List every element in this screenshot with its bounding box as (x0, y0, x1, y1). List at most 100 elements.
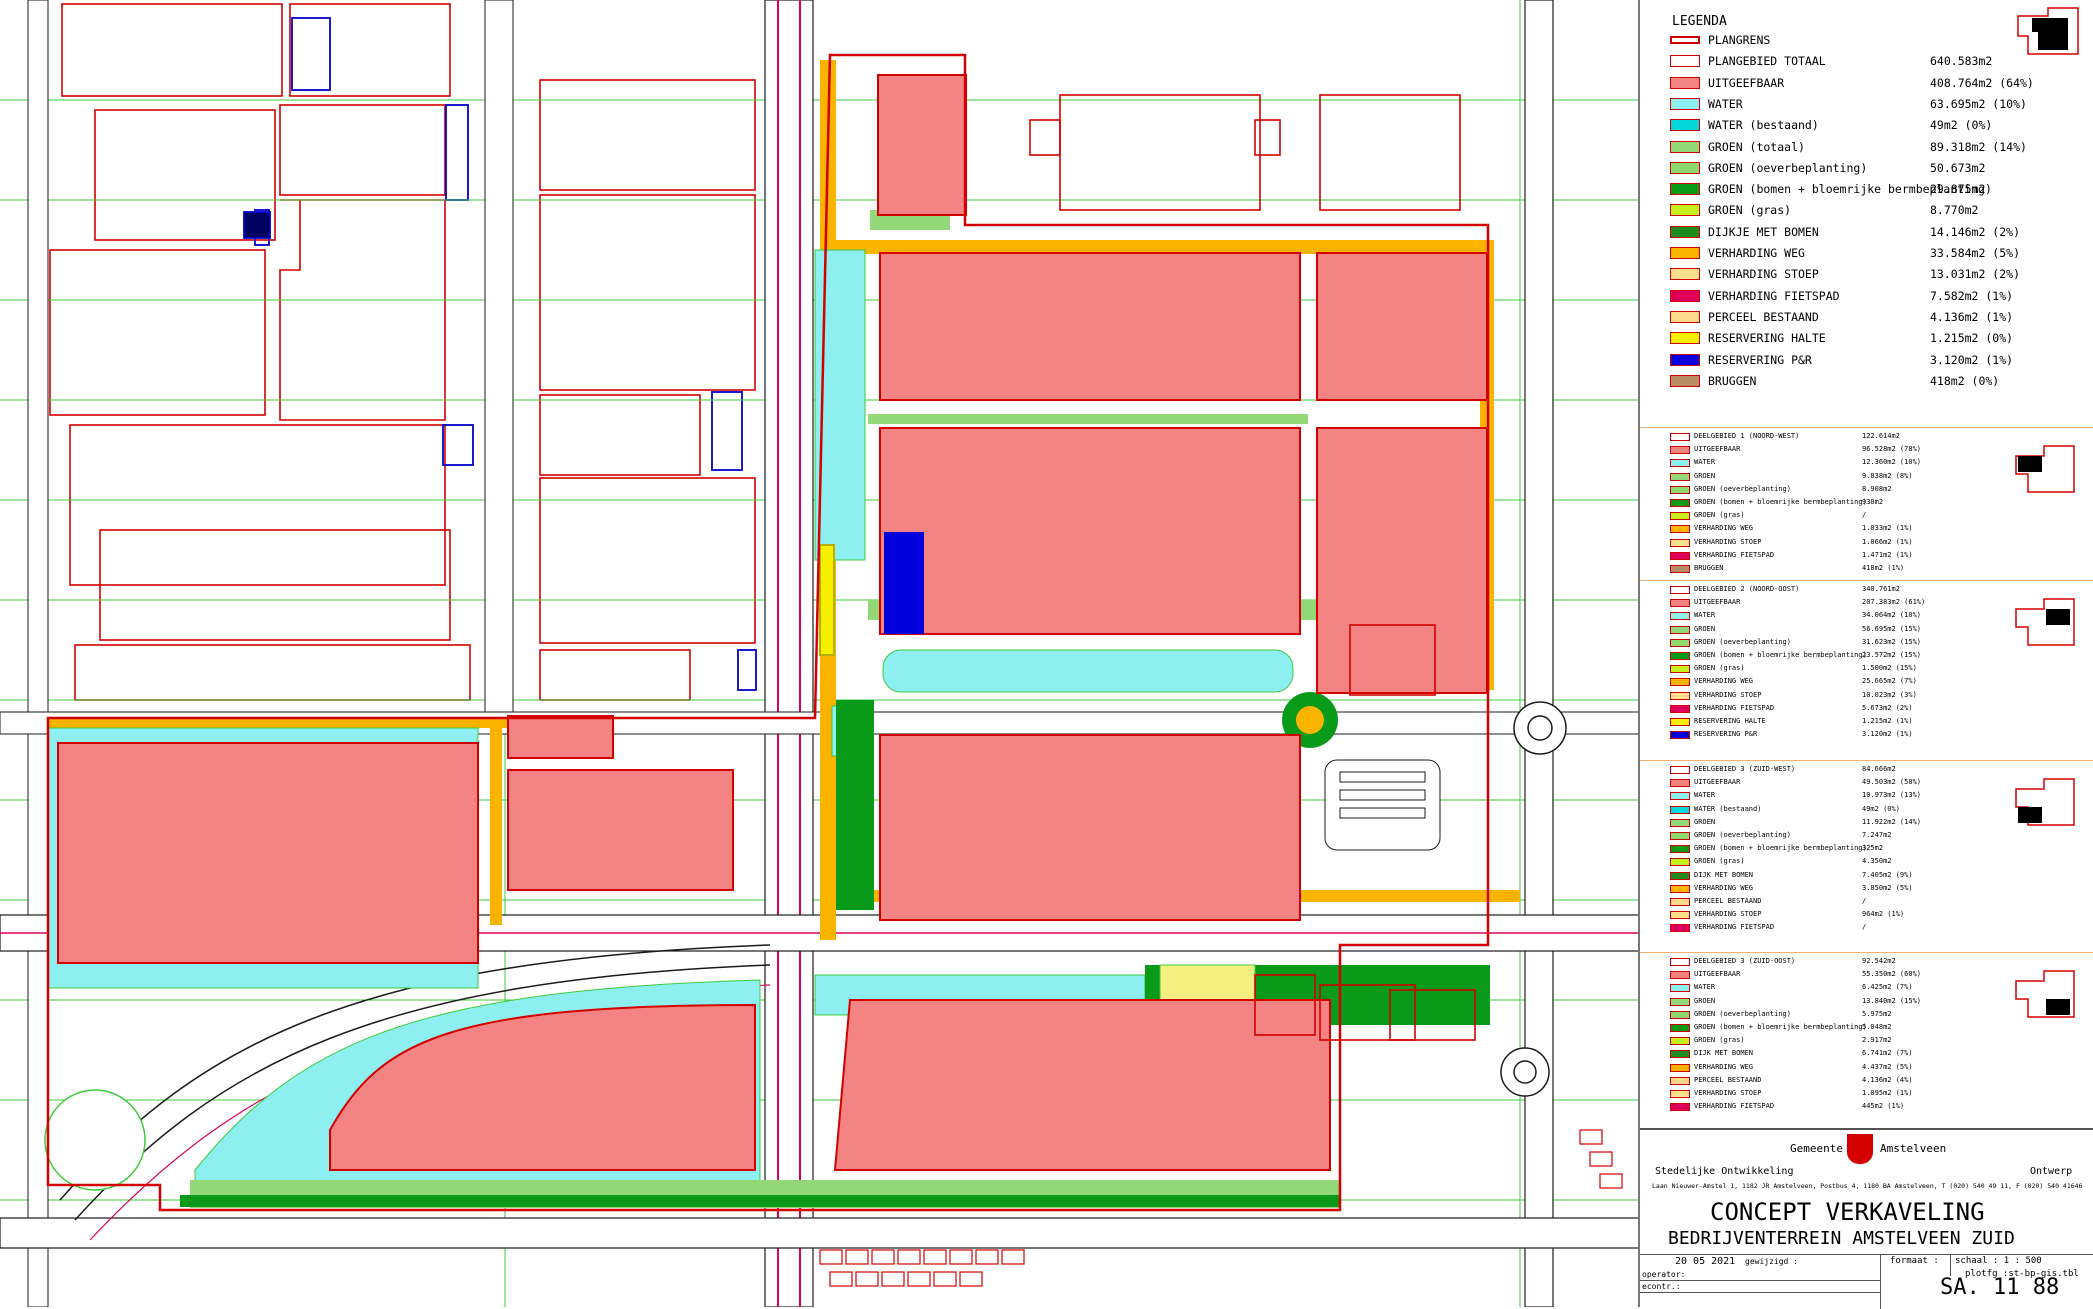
department: Stedelijke Ontwikkeling (1655, 1166, 1794, 1177)
subarea-value: 23.572m2 (15%) (1862, 651, 1922, 659)
legend-row: RESERVERING P&R 3.120m2 (1%) (1670, 352, 2070, 368)
subarea-value: 11.922m2 (14%) (1862, 817, 1922, 826)
subarea-label: GROEN (gras) (1694, 1036, 1745, 1045)
subarea-swatch (1670, 599, 1690, 608)
legend-value: 8.770m2 (1930, 203, 1979, 218)
legend-label: WATER (1708, 96, 1743, 111)
subarea-label: GROEN (1694, 624, 1716, 633)
legend-label: UITGEEFBAAR (1708, 75, 1785, 90)
legend-row: GROEN (totaal) 89.318m2 (14%) (1670, 139, 2070, 155)
subarea-row: WATER 34.064m2 (10%) (1670, 611, 1990, 622)
subarea-row: UITGEEFBAAR 207.383m2 (61%) (1670, 598, 1990, 609)
legend-swatch (1670, 374, 1700, 387)
legend-label: VERHARDING WEG (1708, 246, 1805, 260)
subarea-value: 1.500m2 (15%) (1862, 664, 1917, 673)
subarea-swatch (1670, 459, 1690, 468)
subarea-value: 6.741m2 (7%) (1862, 1049, 1913, 1058)
subarea-row: GROEN (gras) 2.917m2 (1670, 1036, 1990, 1047)
subarea-value: 1.066m2 (1%) (1862, 537, 1913, 546)
subarea-value: 55.350m2 (60%) (1862, 970, 1922, 979)
legend-row: RESERVERING HALTE 1.215m2 (0%) (1670, 330, 2070, 346)
legend-value: 14.146m2 (2%) (1930, 224, 2021, 239)
subarea-value: 10.973m2 (13%) (1862, 791, 1922, 800)
legend-row: VERHARDING FIETSPAD 7.582m2 (1%) (1670, 288, 2070, 304)
subarea-row: VERHARDING FIETSPAD / (1670, 923, 1990, 934)
legend-row: WATER (bestaand) 49m2 (0%) (1670, 117, 2070, 133)
subarea-swatch (1670, 638, 1690, 647)
subarea-label: DEELGEBIED 3 (ZUID-WEST) (1694, 765, 1796, 773)
legend-label: VERHARDING FIETSPAD (1708, 288, 1840, 303)
subarea-separator (1640, 760, 2093, 761)
subarea-row: RESERVERING HALTE 1.215m2 (1%) (1670, 717, 1990, 728)
legend-row: DIJKJE MET BOMEN 14.146m2 (2%) (1670, 224, 2070, 240)
legend-swatch (1670, 289, 1700, 302)
municipality-crest-icon (1847, 1134, 1873, 1164)
subarea-swatch (1670, 1050, 1690, 1059)
subarea-label: VERHARDING WEG (1694, 677, 1754, 686)
legend-swatch (1670, 183, 1700, 196)
subarea-row: WATER 12.360m2 (10%) (1670, 458, 1990, 469)
subarea-thumbnail (2015, 970, 2075, 1018)
subarea-row: PERCEEL BESTAAND 4.136m2 (4%) (1670, 1076, 1990, 1087)
subarea-label: GROEN (oeverbeplanting) (1694, 637, 1791, 646)
subarea-label: RESERVERING HALTE (1694, 717, 1766, 725)
subarea-swatch (1670, 818, 1690, 827)
subarea-value: 4.136m2 (4%) (1862, 1075, 1913, 1084)
legend-swatch (1670, 204, 1700, 217)
subarea-label: DEELGEBIED 3 (ZUID-OOST) (1694, 957, 1796, 965)
legend-value: 418m2 (0%) (1930, 373, 2000, 388)
subarea-value: 3.850m2 (5%) (1862, 883, 1913, 892)
legend-row: UITGEEFBAAR 408.764m2 (64%) (1670, 75, 2070, 91)
subarea-label: UITGEEFBAAR (1694, 970, 1741, 979)
subarea-label: RESERVERING P&R (1694, 730, 1758, 739)
legend-swatch (1670, 97, 1700, 110)
subarea-value: 25.665m2 (7%) (1862, 677, 1917, 686)
subarea-label: BRUGGEN (1694, 564, 1724, 572)
subarea-value: 10.023m2 (3%) (1862, 690, 1917, 699)
legend-swatch (1670, 36, 1700, 44)
subarea-swatch (1670, 911, 1690, 920)
legend-swatch (1670, 247, 1700, 259)
subarea-row: VERHARDING FIETSPAD 1.471m2 (1%) (1670, 551, 1990, 562)
legend-swatch (1670, 161, 1700, 174)
subarea-value: 207.383m2 (61%) (1862, 598, 1926, 607)
subarea-swatch (1670, 678, 1690, 687)
subarea-value: 92.542m2 (1862, 957, 1896, 965)
subarea-swatch (1670, 766, 1690, 774)
legend-swatch (1670, 55, 1700, 68)
subarea-label: DIJK MET BOMEN (1694, 1049, 1754, 1058)
legend-swatch (1670, 76, 1700, 89)
drawing-subtitle: BEDRIJVENTERREIN AMSTELVEEN ZUID (1668, 1228, 2015, 1249)
subarea-swatch (1670, 525, 1690, 534)
legend-swatch (1670, 119, 1700, 132)
municipality-right: Amstelveen (1880, 1142, 1947, 1155)
subarea-label: UITGEEFBAAR (1694, 445, 1741, 454)
legend-label: DIJKJE MET BOMEN (1708, 224, 1819, 239)
subarea-value: 34.064m2 (10%) (1862, 611, 1922, 620)
subarea-row: GROEN (oeverbeplanting) 31.623m2 (15%) (1670, 638, 1990, 649)
subarea-separator (1640, 952, 2093, 953)
legend-row: VERHARDING WEG 33.584m2 (5%) (1670, 245, 2070, 261)
subarea-row: PERCEEL BESTAAND / (1670, 897, 1990, 908)
subarea-row: WATER 10.973m2 (13%) (1670, 791, 1990, 802)
subarea-label: WATER (1694, 983, 1716, 992)
site-plan-map[interactable] (0, 0, 1638, 1307)
subarea-swatch (1670, 1103, 1690, 1112)
municipality-left: Gemeente (1790, 1142, 1843, 1155)
drawing-number: SA. 11 88 (1940, 1275, 2060, 1300)
subarea-swatch (1670, 499, 1690, 507)
legend-label: GROEN (totaal) (1708, 139, 1805, 154)
subarea-value: 340.761m2 (1862, 585, 1900, 593)
subarea-row: VERHARDING WEG 4.437m2 (5%) (1670, 1063, 1990, 1074)
scale-field: schaal : 1 : 500 (1955, 1256, 2042, 1266)
legend-row: PLANGEBIED TOTAAL 640.583m2 (1670, 53, 2070, 69)
subarea-row: UITGEEFBAAR 96.528m2 (78%) (1670, 445, 1990, 456)
subarea-swatch (1670, 538, 1690, 547)
operator-field: operator: (1642, 1270, 1686, 1279)
legend-swatch (1670, 140, 1700, 153)
format-field: formaat : (1890, 1256, 1939, 1266)
subarea-separator (1640, 580, 2093, 581)
subarea-row: VERHARDING STOEP 1.066m2 (1%) (1670, 538, 1990, 549)
legend-row: PLANGRENS (1670, 32, 2070, 48)
subarea-swatch (1670, 1037, 1690, 1046)
